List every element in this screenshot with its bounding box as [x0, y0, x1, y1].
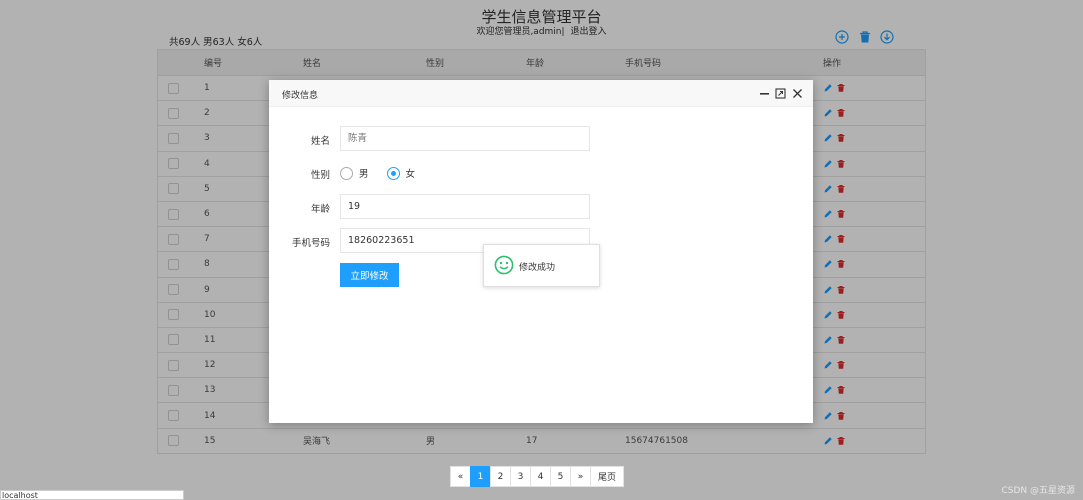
submit-button[interactable]: 立即修改	[340, 263, 399, 287]
page-2[interactable]: 2	[490, 466, 511, 487]
gender-option-female-label: 女	[405, 169, 416, 180]
page-last[interactable]: 尾页	[590, 466, 625, 487]
gender-radio-male[interactable]	[340, 166, 353, 180]
gender-option-male-label: 男	[359, 169, 369, 180]
age-input[interactable]	[340, 194, 590, 219]
watermark: CSDN @五星资源	[1001, 486, 1075, 496]
page-5[interactable]: 5	[550, 466, 571, 487]
toast-message: 修改成功	[519, 263, 556, 273]
name-label: 姓名	[310, 136, 330, 147]
page-4[interactable]: 4	[530, 466, 551, 487]
gender-label: 性别	[310, 170, 330, 181]
name-input[interactable]	[340, 126, 590, 151]
close-icon[interactable]	[792, 88, 803, 99]
phone-label: 手机号码	[291, 238, 330, 249]
success-toast: 修改成功	[483, 244, 600, 287]
page-next[interactable]: »	[570, 466, 591, 487]
gender-radio-group: 男 女	[340, 166, 433, 180]
page-3[interactable]: 3	[510, 466, 531, 487]
pagination: « 1 2 3 4 5 » 尾页	[450, 466, 625, 487]
age-label: 年龄	[310, 204, 330, 215]
smile-icon	[494, 255, 514, 275]
status-bar-url: localhost	[0, 490, 184, 500]
minimize-icon[interactable]	[759, 88, 770, 99]
dialog-header: 修改信息	[269, 80, 813, 107]
page-prev[interactable]: «	[450, 466, 471, 487]
page-1[interactable]: 1	[470, 466, 491, 487]
dialog-title: 修改信息	[282, 91, 319, 101]
maximize-icon[interactable]	[775, 88, 786, 99]
gender-radio-female[interactable]	[386, 166, 400, 180]
